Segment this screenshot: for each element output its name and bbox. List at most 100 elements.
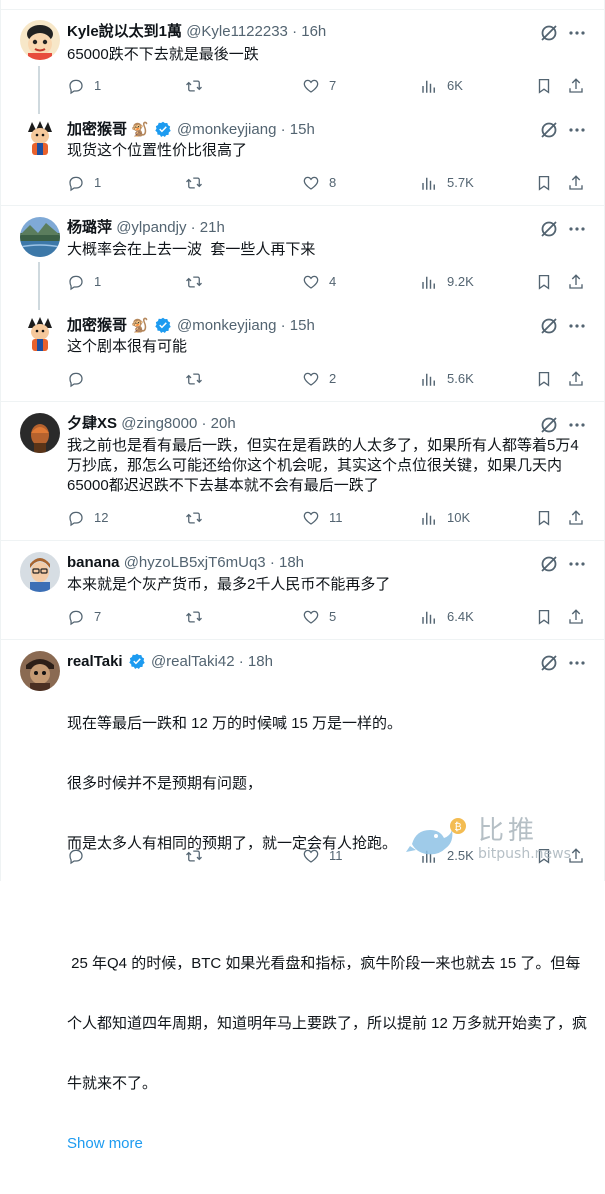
more-options-icon[interactable] <box>567 554 587 574</box>
timestamp[interactable]: 21h <box>200 219 225 236</box>
like-button[interactable]: 11 <box>302 846 343 866</box>
reply-button[interactable]: 1 <box>67 173 101 193</box>
grok-icon[interactable] <box>539 23 559 43</box>
like-button[interactable]: 8 <box>302 173 336 193</box>
grok-icon[interactable] <box>539 120 559 140</box>
more-options-icon[interactable] <box>567 120 587 140</box>
tweet-text: 现在等最后一跌和 12 万的时候喊 15 万是一样的。 很多时候并不是预期有问题… <box>67 674 599 1194</box>
avatar[interactable] <box>20 413 60 453</box>
grok-icon[interactable] <box>539 316 559 336</box>
display-name[interactable]: 加密猴哥 <box>67 121 127 138</box>
retweet-button[interactable] <box>185 173 212 193</box>
reply-icon <box>69 610 83 626</box>
reply-button[interactable]: 12 <box>67 508 108 528</box>
reply-button[interactable]: 1 <box>67 272 101 292</box>
heart-icon <box>303 176 319 190</box>
grok-icon[interactable] <box>539 219 559 239</box>
avatar[interactable] <box>20 552 60 592</box>
like-button[interactable]: 7 <box>302 76 336 96</box>
handle[interactable]: @realTaki42 <box>151 653 235 670</box>
share-button[interactable] <box>567 369 585 389</box>
bookmark-button[interactable] <box>535 369 553 389</box>
share-button[interactable] <box>567 508 585 528</box>
reply-button[interactable] <box>67 369 94 389</box>
bookmark-button[interactable] <box>535 508 553 528</box>
timestamp[interactable]: 18h <box>248 653 273 670</box>
more-options-icon[interactable] <box>567 316 587 336</box>
handle[interactable]: @Kyle1122233 <box>186 23 288 40</box>
more-options-icon[interactable] <box>567 23 587 43</box>
heart-icon <box>303 849 319 863</box>
avatar[interactable] <box>20 217 60 257</box>
handle[interactable]: @zing8000 <box>121 415 197 432</box>
tweet-text: 本来就是个灰产货币，最多2千人民币不能再多了 <box>67 575 585 595</box>
views-button[interactable]: 10K <box>420 508 470 528</box>
like-button[interactable]: 4 <box>302 272 336 292</box>
grok-icon[interactable] <box>539 653 559 673</box>
views-button[interactable]: 6K <box>420 76 463 96</box>
reply-button[interactable] <box>67 846 94 866</box>
views-count: 6K <box>447 78 463 93</box>
share-button[interactable] <box>567 76 585 96</box>
more-options-icon[interactable] <box>567 653 587 673</box>
show-more-link[interactable]: Show more <box>67 1134 599 1154</box>
timestamp[interactable]: 15h <box>290 121 315 138</box>
retweet-button[interactable] <box>185 76 212 96</box>
retweet-button[interactable] <box>185 846 212 866</box>
tweet-text-line: 65000跌不下去就是最後一跌 <box>67 46 259 63</box>
reply-count: 7 <box>94 609 102 624</box>
bookmark-button[interactable] <box>535 76 553 96</box>
retweet-button[interactable] <box>185 508 212 528</box>
avatar[interactable] <box>20 314 60 354</box>
like-button[interactable]: 2 <box>302 369 336 389</box>
display-name[interactable]: realTaki <box>67 653 123 670</box>
reply-button[interactable]: 7 <box>67 607 101 627</box>
like-button[interactable]: 11 <box>302 508 343 528</box>
handle[interactable]: @ylpandjy <box>116 219 186 236</box>
display-name[interactable]: 杨璐萍 <box>67 219 112 236</box>
views-button[interactable]: 5.7K <box>420 173 474 193</box>
timestamp[interactable]: 15h <box>290 317 315 334</box>
views-button[interactable]: 9.2K <box>420 272 474 292</box>
reply-count: 1 <box>94 175 102 190</box>
bookmark-button[interactable] <box>535 607 553 627</box>
like-count: 11 <box>329 848 343 863</box>
dot-separator: · <box>269 554 275 571</box>
like-count: 4 <box>329 274 337 289</box>
retweet-icon <box>186 850 202 862</box>
display-name[interactable]: banana <box>67 554 120 571</box>
tweet-text-line <box>67 894 599 914</box>
share-button[interactable] <box>567 272 585 292</box>
more-options-icon[interactable] <box>567 219 587 239</box>
retweet-button[interactable] <box>185 607 212 627</box>
grok-icon[interactable] <box>539 554 559 574</box>
avatar[interactable] <box>20 20 60 60</box>
timestamp[interactable]: 18h <box>279 554 304 571</box>
handle[interactable]: @monkeyjiang <box>177 121 276 138</box>
display-name[interactable]: 夕肆XS <box>67 415 117 432</box>
handle[interactable]: @monkeyjiang <box>177 317 276 334</box>
grok-icon[interactable] <box>539 415 559 435</box>
timestamp[interactable]: 16h <box>301 23 326 40</box>
reply-icon <box>69 176 83 192</box>
share-button[interactable] <box>567 173 585 193</box>
thread-connector <box>38 262 40 310</box>
bookmark-button[interactable] <box>535 272 553 292</box>
retweet-icon <box>186 276 202 288</box>
display-name[interactable]: Kyle說以太到1萬 <box>67 23 182 40</box>
like-button[interactable]: 5 <box>302 607 336 627</box>
share-button[interactable] <box>567 607 585 627</box>
reply-button[interactable]: 1 <box>67 76 101 96</box>
tweet-header: banana @hyzoLB5xjT6mUq3 · 18h <box>67 553 535 573</box>
more-options-icon[interactable] <box>567 415 587 435</box>
retweet-button[interactable] <box>185 369 212 389</box>
retweet-button[interactable] <box>185 272 212 292</box>
timestamp[interactable]: 20h <box>211 415 236 432</box>
avatar[interactable] <box>20 118 60 158</box>
handle[interactable]: @hyzoLB5xjT6mUq3 <box>124 554 266 571</box>
views-button[interactable]: 5.6K <box>420 369 474 389</box>
display-name[interactable]: 加密猴哥 <box>67 317 127 334</box>
avatar[interactable] <box>20 651 60 691</box>
bookmark-button[interactable] <box>535 173 553 193</box>
views-button[interactable]: 6.4K <box>420 607 474 627</box>
